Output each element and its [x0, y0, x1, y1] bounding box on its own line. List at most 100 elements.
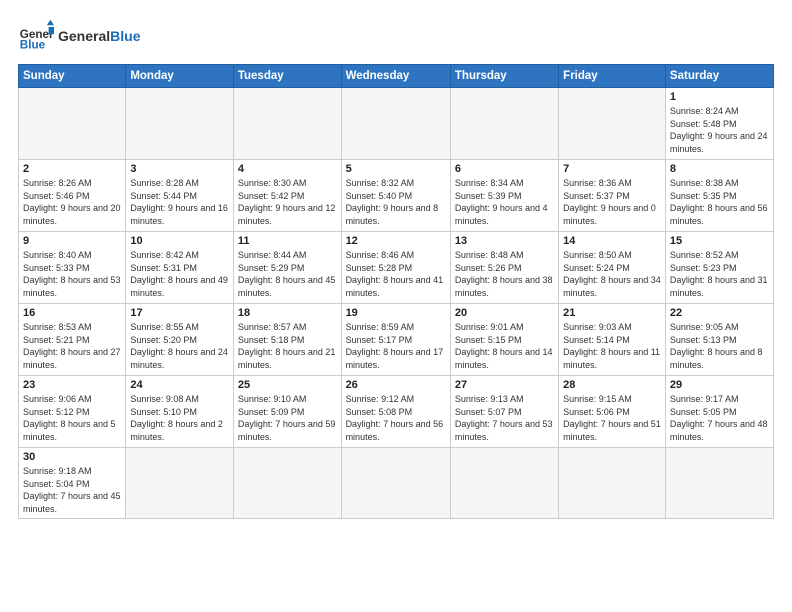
calendar-cell: 10 Sunrise: 8:42 AM Sunset: 5:31 PM Dayli… — [126, 232, 234, 304]
page-header: General Blue GeneralBlue — [18, 18, 774, 54]
day-number: 15 — [670, 235, 769, 247]
day-info: Sunrise: 8:48 AM Sunset: 5:26 PM Dayligh… — [455, 249, 554, 299]
day-number: 26 — [346, 379, 446, 391]
weekday-header-row: SundayMondayTuesdayWednesdayThursdayFrid… — [19, 65, 774, 88]
calendar-cell: 13 Sunrise: 8:48 AM Sunset: 5:26 PM Dayli… — [450, 232, 558, 304]
calendar-cell — [126, 448, 234, 519]
calendar-cell — [450, 88, 558, 160]
calendar-cell: 29Sunrise: 9:17 AM Sunset: 5:05 PM Dayli… — [665, 376, 773, 448]
calendar-cell: 18 Sunrise: 8:57 AM Sunset: 5:18 PM Dayli… — [233, 304, 341, 376]
day-number: 27 — [455, 379, 554, 391]
day-info: Sunrise: 8:59 AM Sunset: 5:17 PM Dayligh… — [346, 321, 446, 371]
calendar-cell: 14Sunrise: 8:50 AM Sunset: 5:24 PM Dayli… — [559, 232, 666, 304]
weekday-header-wednesday: Wednesday — [341, 65, 450, 88]
day-info: Sunrise: 8:26 AM Sunset: 5:46 PM Dayligh… — [23, 177, 121, 227]
day-number: 19 — [346, 307, 446, 319]
calendar-cell: 21Sunrise: 9:03 AM Sunset: 5:14 PM Dayli… — [559, 304, 666, 376]
calendar-cell: 26Sunrise: 9:12 AM Sunset: 5:08 PM Dayli… — [341, 376, 450, 448]
day-info: Sunrise: 8:42 AM Sunset: 5:31 PM Dayligh… — [130, 249, 229, 299]
day-number: 28 — [563, 379, 661, 391]
day-number: 6 — [455, 163, 554, 175]
day-number: 25 — [238, 379, 337, 391]
calendar-week-row: 30Sunrise: 9:18 AM Sunset: 5:04 PM Dayli… — [19, 448, 774, 519]
calendar-cell: 4 Sunrise: 8:30 AM Sunset: 5:42 PM Daylig… — [233, 160, 341, 232]
day-number: 23 — [23, 379, 121, 391]
calendar-week-row: 2 Sunrise: 8:26 AM Sunset: 5:46 PM Daylig… — [19, 160, 774, 232]
day-info: Sunrise: 9:05 AM Sunset: 5:13 PM Dayligh… — [670, 321, 769, 371]
day-info: Sunrise: 9:15 AM Sunset: 5:06 PM Dayligh… — [563, 393, 661, 443]
calendar-cell — [233, 448, 341, 519]
calendar-week-row: 1 Sunrise: 8:24 AM Sunset: 5:48 PM Daylig… — [19, 88, 774, 160]
calendar-cell: 2 Sunrise: 8:26 AM Sunset: 5:46 PM Daylig… — [19, 160, 126, 232]
calendar-cell — [341, 88, 450, 160]
calendar-cell: 1 Sunrise: 8:24 AM Sunset: 5:48 PM Daylig… — [665, 88, 773, 160]
logo-icon: General Blue — [18, 18, 54, 54]
logo: General Blue GeneralBlue — [18, 18, 140, 54]
calendar-cell: 8 Sunrise: 8:38 AM Sunset: 5:35 PM Daylig… — [665, 160, 773, 232]
calendar-cell: 20 Sunrise: 9:01 AM Sunset: 5:15 PM Dayli… — [450, 304, 558, 376]
calendar-cell — [19, 88, 126, 160]
day-info: Sunrise: 8:34 AM Sunset: 5:39 PM Dayligh… — [455, 177, 554, 227]
calendar-cell: 6 Sunrise: 8:34 AM Sunset: 5:39 PM Daylig… — [450, 160, 558, 232]
day-info: Sunrise: 9:08 AM Sunset: 5:10 PM Dayligh… — [130, 393, 229, 443]
day-info: Sunrise: 8:57 AM Sunset: 5:18 PM Dayligh… — [238, 321, 337, 371]
day-number: 5 — [346, 163, 446, 175]
day-number: 3 — [130, 163, 229, 175]
day-number: 8 — [670, 163, 769, 175]
day-number: 17 — [130, 307, 229, 319]
weekday-header-thursday: Thursday — [450, 65, 558, 88]
day-info: Sunrise: 8:46 AM Sunset: 5:28 PM Dayligh… — [346, 249, 446, 299]
calendar-cell: 27Sunrise: 9:13 AM Sunset: 5:07 PM Dayli… — [450, 376, 558, 448]
day-info: Sunrise: 9:01 AM Sunset: 5:15 PM Dayligh… — [455, 321, 554, 371]
calendar-cell — [559, 88, 666, 160]
day-number: 10 — [130, 235, 229, 247]
calendar-cell: 30Sunrise: 9:18 AM Sunset: 5:04 PM Dayli… — [19, 448, 126, 519]
day-number: 4 — [238, 163, 337, 175]
day-info: Sunrise: 9:03 AM Sunset: 5:14 PM Dayligh… — [563, 321, 661, 371]
day-info: Sunrise: 8:40 AM Sunset: 5:33 PM Dayligh… — [23, 249, 121, 299]
weekday-header-friday: Friday — [559, 65, 666, 88]
calendar-week-row: 16Sunrise: 8:53 AM Sunset: 5:21 PM Dayli… — [19, 304, 774, 376]
calendar-week-row: 9 Sunrise: 8:40 AM Sunset: 5:33 PM Daylig… — [19, 232, 774, 304]
calendar-cell: 12 Sunrise: 8:46 AM Sunset: 5:28 PM Dayli… — [341, 232, 450, 304]
day-info: Sunrise: 8:30 AM Sunset: 5:42 PM Dayligh… — [238, 177, 337, 227]
calendar-cell: 23 Sunrise: 9:06 AM Sunset: 5:12 PM Dayli… — [19, 376, 126, 448]
calendar-cell: 7Sunrise: 8:36 AM Sunset: 5:37 PM Daylig… — [559, 160, 666, 232]
day-info: Sunrise: 8:50 AM Sunset: 5:24 PM Dayligh… — [563, 249, 661, 299]
day-info: Sunrise: 8:24 AM Sunset: 5:48 PM Dayligh… — [670, 105, 769, 155]
calendar-cell — [665, 448, 773, 519]
day-number: 9 — [23, 235, 121, 247]
calendar-cell: 22Sunrise: 9:05 AM Sunset: 5:13 PM Dayli… — [665, 304, 773, 376]
day-number: 20 — [455, 307, 554, 319]
day-number: 2 — [23, 163, 121, 175]
calendar-cell — [126, 88, 234, 160]
day-info: Sunrise: 8:52 AM Sunset: 5:23 PM Dayligh… — [670, 249, 769, 299]
day-info: Sunrise: 8:38 AM Sunset: 5:35 PM Dayligh… — [670, 177, 769, 227]
day-number: 12 — [346, 235, 446, 247]
calendar-cell — [233, 88, 341, 160]
day-info: Sunrise: 8:53 AM Sunset: 5:21 PM Dayligh… — [23, 321, 121, 371]
day-info: Sunrise: 9:17 AM Sunset: 5:05 PM Dayligh… — [670, 393, 769, 443]
calendar-week-row: 23 Sunrise: 9:06 AM Sunset: 5:12 PM Dayli… — [19, 376, 774, 448]
svg-text:Blue: Blue — [20, 39, 46, 52]
day-info: Sunrise: 8:32 AM Sunset: 5:40 PM Dayligh… — [346, 177, 446, 227]
calendar-table: SundayMondayTuesdayWednesdayThursdayFrid… — [18, 64, 774, 519]
weekday-header-sunday: Sunday — [19, 65, 126, 88]
calendar-cell: 11Sunrise: 8:44 AM Sunset: 5:29 PM Dayli… — [233, 232, 341, 304]
day-number: 7 — [563, 163, 661, 175]
weekday-header-tuesday: Tuesday — [233, 65, 341, 88]
day-number: 30 — [23, 451, 121, 463]
weekday-header-monday: Monday — [126, 65, 234, 88]
calendar-cell: 5 Sunrise: 8:32 AM Sunset: 5:40 PM Daylig… — [341, 160, 450, 232]
day-number: 24 — [130, 379, 229, 391]
day-number: 13 — [455, 235, 554, 247]
calendar-cell: 15 Sunrise: 8:52 AM Sunset: 5:23 PM Dayli… — [665, 232, 773, 304]
day-number: 1 — [670, 91, 769, 103]
day-number: 18 — [238, 307, 337, 319]
calendar-cell: 3Sunrise: 8:28 AM Sunset: 5:44 PM Daylig… — [126, 160, 234, 232]
calendar-cell — [341, 448, 450, 519]
calendar-cell: 19 Sunrise: 8:59 AM Sunset: 5:17 PM Dayli… — [341, 304, 450, 376]
day-info: Sunrise: 8:55 AM Sunset: 5:20 PM Dayligh… — [130, 321, 229, 371]
calendar-cell — [450, 448, 558, 519]
day-info: Sunrise: 9:06 AM Sunset: 5:12 PM Dayligh… — [23, 393, 121, 443]
